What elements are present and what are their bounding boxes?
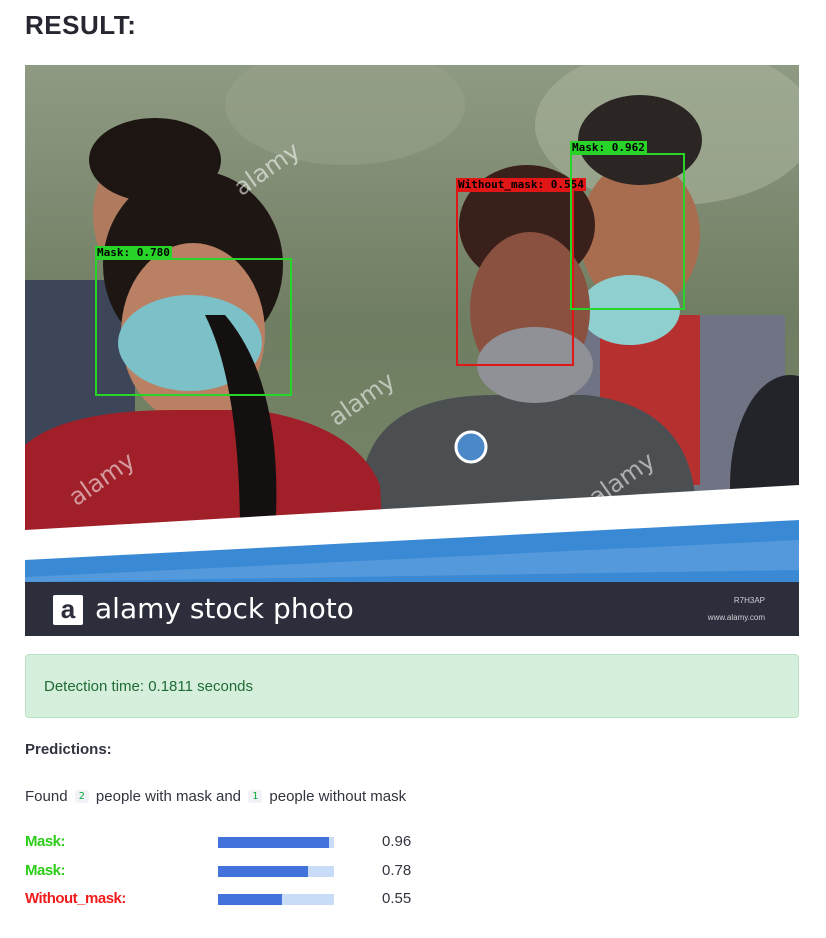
detection-label: Mask: 0.780	[95, 246, 172, 259]
prediction-progress-fill	[218, 837, 330, 848]
result-image: alamy alamy alamy alamy Mask: 0.780 With…	[25, 65, 799, 636]
summary-prefix: Found	[25, 788, 68, 805]
detection-box-mask: Mask: 0.780	[95, 246, 292, 396]
stock-brand-text: alamy stock photo	[95, 592, 354, 625]
page-title: RESULT:	[25, 10, 137, 40]
prediction-row: Without_mask: 0.55	[25, 890, 799, 910]
prediction-progress-bar	[218, 866, 334, 877]
predictions-heading: Predictions:	[25, 741, 112, 758]
summary-suffix: people without mask	[269, 788, 407, 805]
prediction-progress-fill	[218, 894, 282, 905]
detection-label: Without_mask: 0.554	[456, 178, 586, 191]
prediction-progress-bar	[218, 837, 334, 848]
prediction-row: Mask: 0.78	[25, 862, 799, 882]
prediction-label: Mask:	[25, 862, 66, 879]
prediction-progress-fill	[218, 866, 309, 877]
prediction-progress-bar	[218, 894, 334, 905]
summary-middle: people with mask and	[95, 788, 242, 805]
detection-box-without-mask: Without_mask: 0.554	[456, 178, 586, 366]
prediction-value: 0.55	[382, 890, 412, 907]
prediction-label: Without_mask:	[25, 890, 126, 907]
with-mask-count: 2	[74, 790, 89, 803]
prediction-row: Mask: 0.96	[25, 833, 799, 853]
predictions-summary: Found 2 people with mask and 1 people wi…	[25, 788, 406, 805]
detection-box-mask: Mask: 0.962	[570, 141, 685, 310]
prediction-value: 0.78	[382, 862, 412, 879]
stock-photo-footer: a alamy stock photo R7H3AP www.alamy.com	[25, 582, 799, 636]
stock-image-id: R7H3AP	[733, 596, 765, 605]
prediction-value: 0.96	[382, 833, 412, 850]
detection-label: Mask: 0.962	[570, 141, 647, 154]
alamy-logo-icon: a	[53, 595, 83, 625]
success-alert: Detection time: 0.1811 seconds	[25, 654, 799, 718]
stock-url: www.alamy.com	[707, 613, 765, 622]
prediction-label: Mask:	[25, 833, 66, 850]
without-mask-count: 1	[248, 790, 263, 803]
